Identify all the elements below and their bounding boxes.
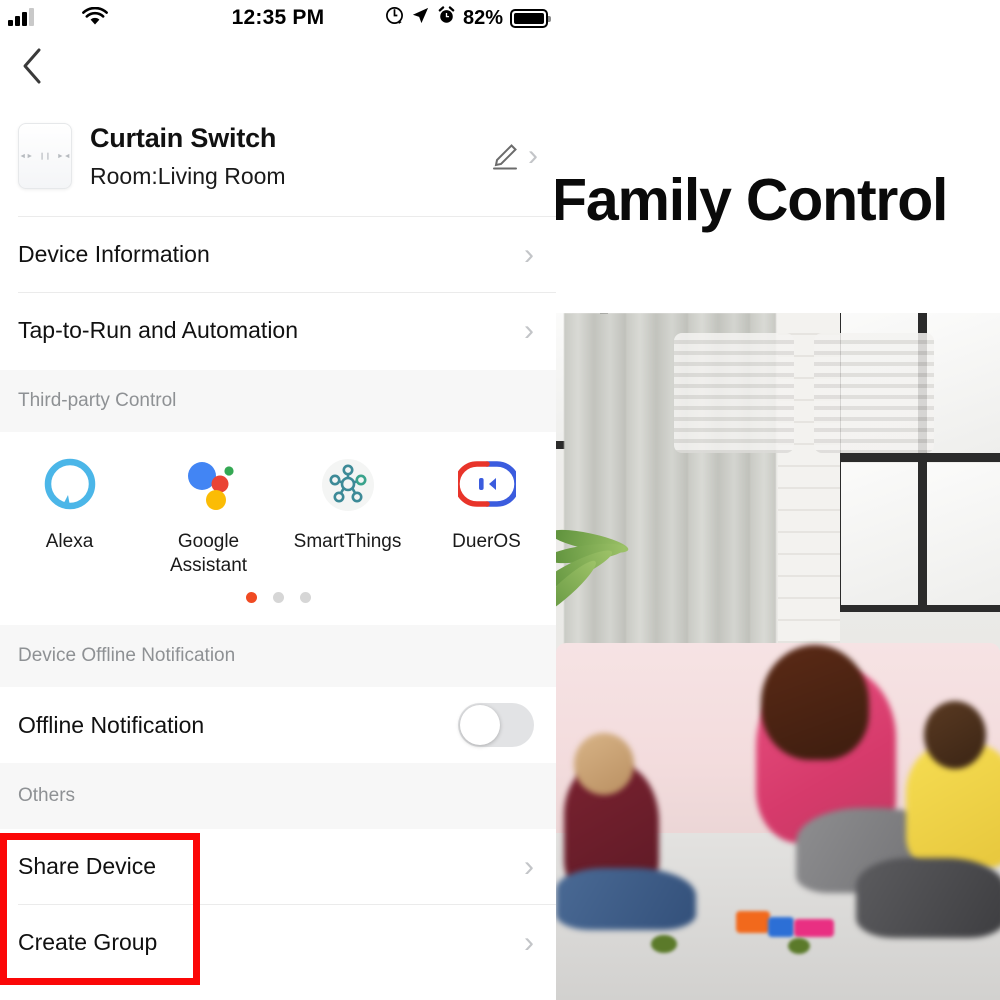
section-header-others: Others: [0, 763, 556, 829]
pager-dot[interactable]: [272, 591, 284, 603]
row-offline-notification[interactable]: Offline Notification: [0, 687, 556, 763]
photo-child-left-legs: [556, 868, 696, 930]
row-tap-to-run-label: Tap-to-Run and Automation: [18, 317, 299, 343]
marketing-panel: Family Control: [556, 0, 1000, 1000]
device-header[interactable]: ◄► ❙❙ ►◄ Curtain Switch Room:Living Room…: [0, 100, 556, 212]
phone-screenshot-panel: 12:35 PM 82% ◄► ❙❙ ►◄ Curtain Switch Roo…: [0, 0, 556, 1000]
third-party-pager-dots[interactable]: [0, 591, 556, 603]
row-create-group[interactable]: Create Group ›: [0, 905, 556, 980]
marketing-headline: Family Control: [556, 167, 948, 233]
device-room-label: Room:Living Room: [90, 162, 286, 189]
battery-icon: [510, 8, 551, 28]
switch-open-glyph: ◄►: [19, 152, 34, 160]
photo-child-right-head: [924, 701, 986, 769]
row-tap-to-run-automation[interactable]: Tap-to-Run and Automation ›: [0, 293, 556, 368]
photo-child-left-head: [574, 733, 634, 795]
chevron-right-icon: ›: [524, 925, 534, 959]
offline-notification-toggle[interactable]: [458, 703, 534, 747]
photo-toy: [651, 935, 677, 953]
section-header-offline-notification: Device Offline Notification: [0, 625, 556, 687]
page-title: Curtain Switch: [90, 122, 277, 153]
third-party-item-dueros[interactable]: DuerOS: [417, 454, 556, 578]
chevron-left-icon: [23, 48, 41, 84]
photo-window-pane: [926, 313, 1000, 453]
pencil-edit-icon[interactable]: [490, 141, 520, 171]
photo-toy: [768, 917, 794, 937]
third-party-item-dueros-label: DuerOS: [452, 531, 521, 552]
chevron-right-icon: ›: [524, 313, 534, 347]
photo-window-pane: [840, 463, 918, 608]
row-offline-notification-label: Offline Notification: [18, 711, 205, 738]
third-party-item-google-assistant-label: Google Assistant: [169, 531, 248, 576]
pager-dot[interactable]: [299, 591, 311, 603]
third-party-item-google-assistant[interactable]: Google Assistant: [139, 454, 278, 578]
third-party-item-smartthings-label: SmartThings: [293, 531, 402, 552]
section-header-others-label: Others: [18, 785, 76, 806]
location-arrow-icon: [411, 6, 430, 30]
screenshot-canvas: 12:35 PM 82% ◄► ❙❙ ►◄ Curtain Switch Roo…: [0, 0, 1000, 1000]
row-device-information-label: Device Information: [18, 241, 210, 267]
section-header-third-party: Third-party Control: [0, 370, 556, 432]
photo-cushion: [814, 333, 934, 453]
photo-toy: [794, 919, 834, 937]
photo-window-sill: [812, 605, 1000, 612]
battery-percent-label: 82%: [462, 6, 503, 29]
photo-toy: [736, 911, 770, 933]
alexa-icon: [39, 454, 101, 516]
toggle-knob: [460, 705, 500, 745]
photo-toy: [788, 938, 810, 954]
third-party-control-grid: Alexa Google Assistant SmartThings DuerO…: [0, 432, 556, 622]
row-create-group-label: Create Group: [18, 929, 158, 955]
google-assistant-icon: [178, 454, 240, 516]
row-share-device-label: Share Device: [18, 853, 157, 879]
back-button[interactable]: [10, 44, 54, 88]
third-party-item-smartthings[interactable]: SmartThings: [278, 454, 417, 578]
switch-pause-glyph: ❙❙: [39, 152, 51, 160]
status-bar: 12:35 PM 82%: [0, 0, 556, 36]
row-device-information[interactable]: Device Information ›: [0, 217, 556, 292]
chevron-right-icon: ›: [524, 237, 534, 271]
third-party-items: Alexa Google Assistant SmartThings DuerO…: [0, 432, 556, 578]
chevron-right-icon: ›: [524, 849, 534, 883]
row-share-device[interactable]: Share Device ›: [0, 829, 556, 904]
photo-window-pane: [926, 463, 1000, 608]
device-header-texts: Curtain Switch Room:Living Room: [90, 123, 490, 190]
switch-close-glyph: ►◄: [56, 152, 71, 160]
device-header-chevron[interactable]: ›: [528, 139, 538, 173]
section-header-third-party-label: Third-party Control: [18, 390, 177, 411]
third-party-item-alexa[interactable]: Alexa: [0, 454, 139, 578]
photo-adult-woman-hair: [761, 645, 869, 760]
status-bar-right-cluster: 82%: [385, 0, 551, 36]
photo-cushion: [674, 333, 794, 453]
alarm-clock-icon: [437, 6, 456, 30]
nav-bar: [0, 36, 556, 94]
photo-palm-plant: [556, 503, 642, 643]
photo-child-right-legs: [856, 858, 1000, 938]
smartthings-icon: [317, 454, 379, 516]
device-header-actions: ›: [490, 139, 538, 173]
pager-dot-active[interactable]: [245, 591, 257, 603]
third-party-item-alexa-label: Alexa: [45, 531, 94, 552]
curtain-switch-panel-icon: ◄► ❙❙ ►◄: [18, 123, 72, 189]
family-living-room-photo: [556, 313, 1000, 1000]
rotation-lock-icon: [385, 6, 404, 30]
section-header-offline-notification-label: Device Offline Notification: [18, 645, 236, 666]
dueros-icon: [456, 454, 518, 516]
